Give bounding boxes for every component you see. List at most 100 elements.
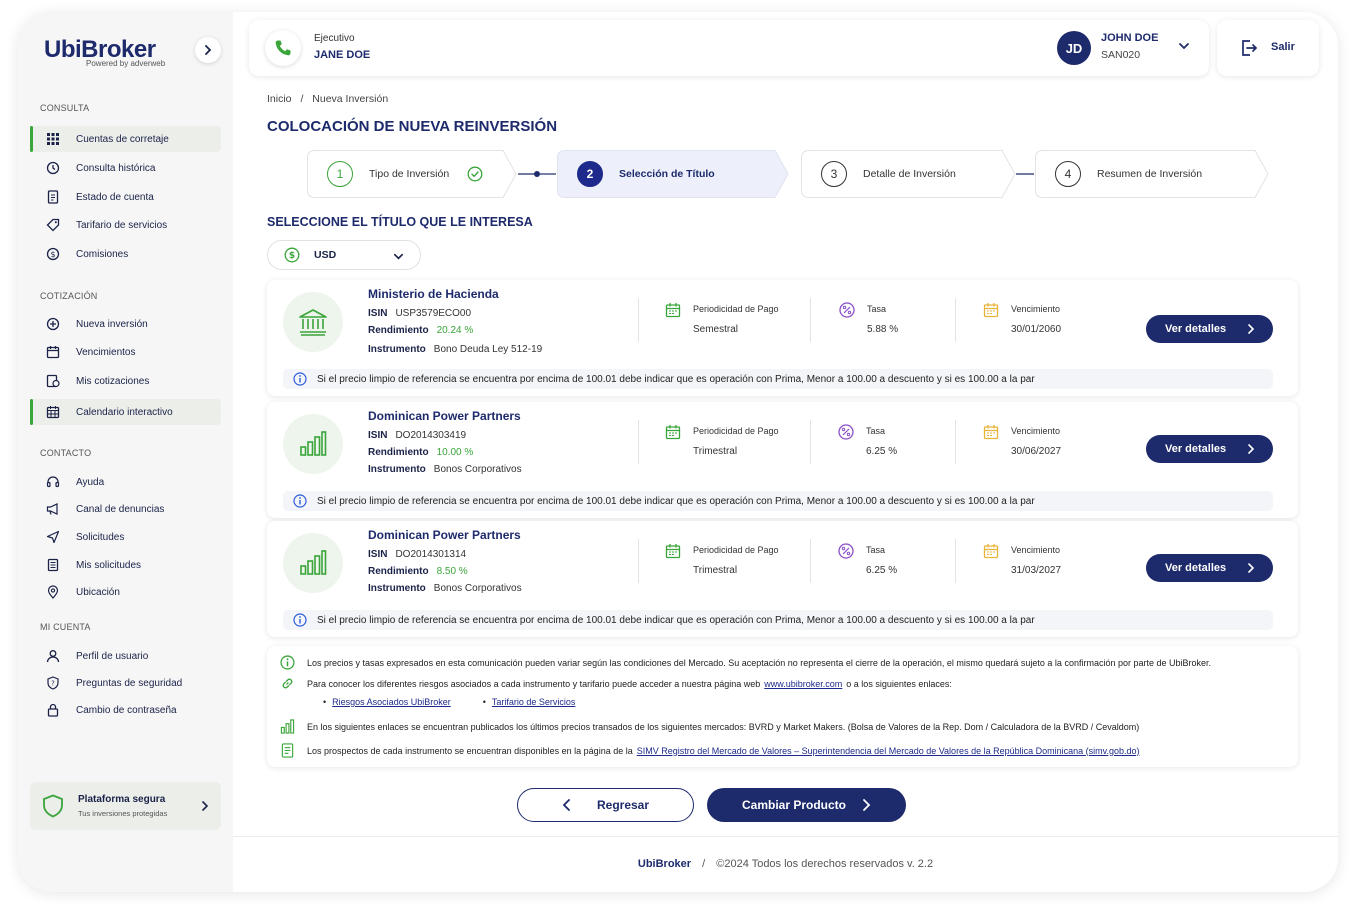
price-disclaimer: Si el precio limpio de referencia se enc… — [283, 610, 1273, 630]
chevron-right-icon — [1248, 444, 1255, 454]
sidebar-item-label: Solicitudes — [76, 531, 125, 543]
sidebar-item-label: Consulta histórica — [76, 162, 156, 174]
title-card[interactable]: Dominican Power Partners ISIN DO201430131… — [267, 521, 1298, 637]
calendar-icon — [983, 544, 999, 559]
tarifario-link[interactable]: Tarifario de Servicios — [492, 697, 576, 707]
tasa-label: Tasa — [866, 426, 886, 436]
ver-detalles-button[interactable]: Ver detalles — [1146, 435, 1273, 463]
sidebar-item-estado-cuenta[interactable]: Estado de cuenta — [30, 184, 221, 210]
coin-icon: $ — [46, 247, 60, 261]
tasa-value: 6.25 % — [866, 565, 898, 576]
step-seleccion-titulo[interactable]: 2 Selección de Título — [557, 150, 789, 198]
divider — [810, 298, 811, 342]
ver-detalles-label: Ver detalles — [1165, 562, 1227, 574]
sidebar-item-nueva-inversion[interactable]: Nueva inversión — [30, 311, 221, 337]
rendimiento-label: Rendimiento — [368, 325, 429, 336]
footer-separator: / — [702, 858, 706, 870]
divider — [955, 420, 956, 464]
ver-detalles-button[interactable]: Ver detalles — [1146, 554, 1273, 582]
cambiar-producto-button[interactable]: Cambiar Producto — [707, 788, 906, 822]
currency-value: USD — [314, 249, 337, 261]
isin-value: DO2014301314 — [395, 549, 467, 560]
call-executive-button[interactable] — [265, 30, 301, 66]
info-icon — [293, 494, 307, 508]
ver-detalles-button[interactable]: Ver detalles — [1146, 315, 1273, 343]
step-detalle-inversion[interactable]: 3 Detalle de Inversión — [801, 150, 1016, 198]
breadcrumb: Inicio / Nueva Inversión — [267, 93, 388, 105]
vencimiento-value: 31/03/2027 — [1011, 565, 1062, 576]
sidebar-toggle-button[interactable] — [195, 37, 221, 63]
step-resumen-inversion[interactable]: 4 Resumen de Inversión — [1035, 150, 1269, 198]
riesgos-link[interactable]: Riesgos Asociados UbiBroker — [332, 697, 451, 707]
title-card[interactable]: Dominican Power Partners ISIN DO201430341… — [267, 402, 1298, 518]
chevron-left-icon — [562, 799, 570, 811]
tasa-value: 5.88 % — [867, 324, 899, 335]
sidebar-item-label: Calendario interactivo — [76, 406, 173, 418]
sidebar-item-tarifario[interactable]: Tarifario de servicios — [30, 212, 221, 238]
logo-subtitle: Powered by adverweb — [86, 59, 166, 68]
card-instrumento-row: Instrumento Bono Deuda Ley 512-19 — [368, 344, 542, 355]
sidebar-item-cambio-contrasena[interactable]: Cambio de contraseña — [30, 697, 221, 723]
percent-icon — [838, 543, 854, 559]
divider — [638, 298, 639, 342]
sidebar-item-ayuda[interactable]: Ayuda — [30, 469, 221, 495]
chevron-right-icon — [202, 801, 209, 811]
user-code: SAN020 — [1101, 49, 1141, 61]
info-icon — [293, 372, 307, 386]
shield-icon — [43, 794, 63, 818]
card-rendimiento-row: Rendimiento 10.00 % — [368, 447, 473, 458]
info-icon — [280, 655, 295, 670]
step-label: Selección de Título — [619, 168, 715, 180]
breadcrumb-home-link[interactable]: Inicio — [267, 93, 292, 105]
sidebar-item-consulta-historica[interactable]: Consulta histórica — [30, 155, 221, 181]
ver-detalles-label: Ver detalles — [1165, 323, 1227, 335]
card-isin-row: ISIN USP3579ECO00 — [368, 308, 471, 319]
logout-button[interactable]: Salir — [1217, 20, 1319, 76]
sidebar-item-preguntas-seguridad[interactable]: ? Preguntas de seguridad — [30, 670, 221, 696]
svg-text:$: $ — [289, 251, 295, 261]
periodicidad-value: Trimestral — [693, 446, 738, 457]
svg-text:$: $ — [50, 250, 55, 259]
svg-text:?: ? — [51, 680, 55, 688]
rendimiento-value: 20.24 % — [436, 325, 474, 336]
simv-link[interactable]: SIMV Registro del Mercado de Valores – S… — [637, 746, 1140, 756]
note-text: Los prospectos de cada instrumento se en… — [307, 745, 633, 756]
sidebar-item-calendario-interactivo[interactable]: Calendario interactivo — [30, 399, 221, 425]
bar-chart-icon — [280, 719, 295, 734]
vencimiento-value: 30/01/2060 — [1011, 324, 1062, 335]
executive-name: JANE DOE — [314, 49, 371, 61]
sidebar-item-mis-solicitudes[interactable]: Mis solicitudes — [30, 552, 221, 578]
list-icon — [47, 558, 59, 572]
secure-platform-card[interactable]: Plataforma segura Tus inversiones proteg… — [30, 782, 221, 830]
section-title-contacto: CONTACTO — [40, 448, 92, 458]
sidebar-item-cuentas-corretaje[interactable]: Cuentas de corretaje — [30, 126, 221, 152]
isin-value: USP3579ECO00 — [395, 308, 472, 319]
card-isin-row: ISIN DO2014301314 — [368, 549, 466, 560]
sidebar-item-ubicacion[interactable]: Ubicación — [30, 579, 221, 605]
chevron-right-icon — [1248, 324, 1255, 334]
sidebar-item-label: Cuentas de corretaje — [76, 133, 169, 145]
sidebar-item-canal-denuncias[interactable]: Canal de denuncias — [30, 496, 221, 522]
instrumento-value: Bonos Corporativos — [433, 583, 522, 594]
sidebar-item-solicitudes[interactable]: Solicitudes — [30, 524, 221, 550]
tag-icon — [46, 218, 60, 232]
headset-icon — [46, 476, 60, 488]
rendimiento-value: 10.00 % — [436, 447, 474, 458]
sidebar-item-comisiones[interactable]: $ Comisiones — [30, 241, 221, 267]
title-card[interactable]: Ministerio de Hacienda ISIN USP3579ECO00 … — [267, 280, 1298, 396]
history-icon — [46, 161, 60, 175]
calendar-icon — [665, 544, 681, 559]
sidebar: UbiBroker Powered by adverweb CONSULTA C… — [18, 12, 233, 892]
currency-select[interactable]: $ USD — [267, 240, 421, 270]
user-menu-toggle[interactable] — [1177, 39, 1195, 57]
sidebar-item-perfil[interactable]: Perfil de usuario — [30, 643, 221, 669]
regresar-button[interactable]: Regresar — [517, 788, 694, 822]
website-link[interactable]: www.ubibroker.com — [764, 679, 842, 689]
megaphone-icon — [46, 503, 58, 515]
sidebar-item-mis-cotizaciones[interactable]: Mis cotizaciones — [30, 368, 221, 394]
sidebar-item-vencimientos[interactable]: Vencimientos — [30, 339, 221, 365]
card-icon-wrapper — [283, 533, 343, 593]
regresar-label: Regresar — [596, 798, 650, 812]
step-tipo-inversion[interactable]: 1 Tipo de Inversión — [307, 150, 517, 198]
disclaimer-text: Si el precio limpio de referencia se enc… — [317, 614, 1035, 626]
